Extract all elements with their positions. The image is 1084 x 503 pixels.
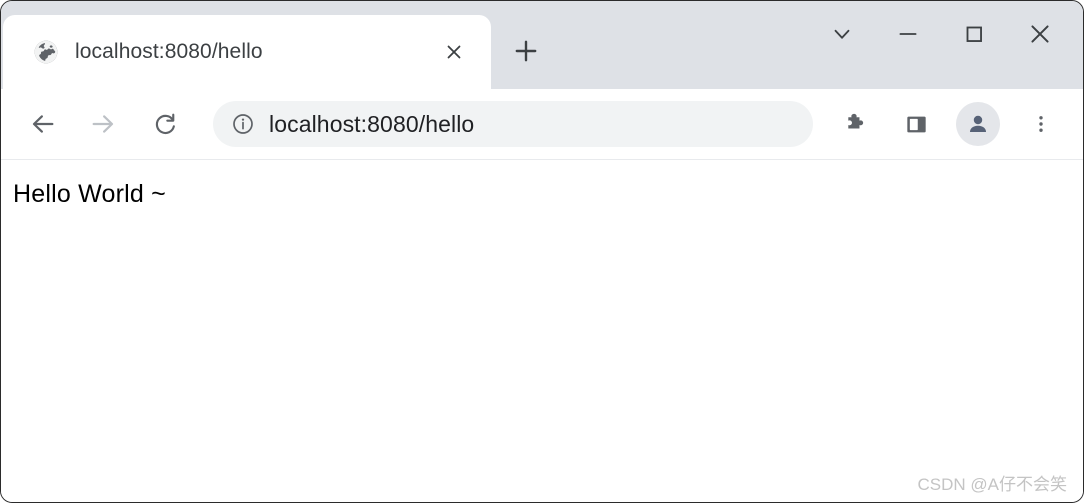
minimize-button[interactable] [875,7,941,61]
address-bar[interactable]: localhost:8080/hello [213,101,813,147]
tab-search-button[interactable] [809,7,875,61]
puzzle-piece-icon [848,113,864,129]
info-circle-icon[interactable] [231,112,255,136]
maximize-icon [966,26,982,42]
globe-icon [33,39,59,65]
arrow-left-icon [32,115,54,133]
profile-button[interactable] [956,102,1000,146]
back-button[interactable] [21,102,65,146]
tab-title: localhost:8080/hello [75,40,263,63]
arrow-right-icon [92,115,114,133]
reload-icon [155,113,175,134]
address-bar-text[interactable]: localhost:8080/hello [269,111,474,138]
three-dot-menu-icon [1039,116,1043,132]
close-window-button[interactable] [1007,7,1073,61]
reload-button[interactable] [143,102,187,146]
page-viewport: Hello World ~ CSDN @A仔不会笑 [1,160,1083,502]
avatar [956,102,1000,146]
window-controls [809,7,1073,61]
minimize-icon [899,33,917,35]
chevron-down-icon [834,29,850,39]
tab-strip: localhost:8080/hello [1,1,1083,91]
side-panel-icon [906,116,926,132]
browser-tab-active[interactable]: localhost:8080/hello [3,15,491,91]
close-tab-icon[interactable] [439,37,469,67]
side-panel-button[interactable] [894,102,938,146]
page-heading: Hello World ~ [13,180,166,208]
maximize-button[interactable] [941,7,1007,61]
menu-button[interactable] [1021,102,1061,146]
browser-toolbar: localhost:8080/hello [1,89,1083,160]
new-tab-button[interactable] [504,29,548,73]
browser-window: localhost:8080/hello localhost:8080/hell… [0,0,1084,503]
person-icon [969,115,987,133]
forward-button[interactable] [81,102,125,146]
watermark: CSDN @A仔不会笑 [917,475,1068,494]
close-icon [1031,25,1049,43]
plus-icon [515,40,537,62]
extensions-button[interactable] [834,102,878,146]
